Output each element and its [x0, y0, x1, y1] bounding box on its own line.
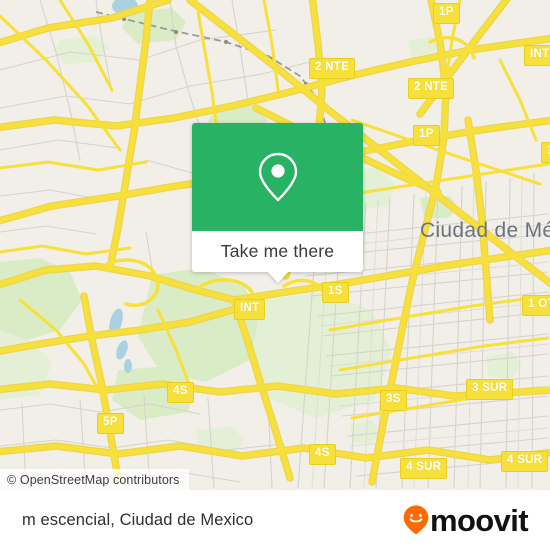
- road-shield: 1P: [413, 125, 440, 146]
- road-shield: 1: [541, 142, 550, 163]
- moovit-map-page: .rd { stroke:#f7e03a; fill:none; stroke-…: [0, 0, 550, 550]
- map-city-label: Ciudad de Mé: [420, 219, 550, 242]
- moovit-smiling-pin-icon: [403, 505, 429, 535]
- road-shield: 2 NTE: [408, 78, 455, 99]
- footer-bar: m escencial, Ciudad de Mexico moovit: [0, 490, 550, 550]
- moovit-wordmark: moovit: [429, 502, 529, 538]
- road-shield: 1P: [433, 3, 460, 24]
- road-shield: 3 SUR: [466, 379, 514, 400]
- road-shield: INT: [234, 299, 266, 320]
- osm-attribution[interactable]: © OpenStreetMap contributors: [0, 469, 189, 490]
- callout-arrow: [266, 271, 289, 283]
- road-shield: 3S: [380, 390, 407, 411]
- road-shield: 4S: [309, 444, 336, 465]
- destination-callout-card[interactable]: Take me there: [192, 123, 363, 283]
- take-me-there-button[interactable]: Take me there: [192, 231, 363, 283]
- location-title: m escencial, Ciudad de Mexico: [22, 510, 254, 529]
- road-shield: INT: [524, 45, 550, 66]
- take-me-there-label: Take me there: [220, 241, 335, 261]
- road-shield: 2 NTE: [309, 58, 356, 79]
- callout-pin-area: [192, 123, 363, 231]
- road-shield: 4 SUR: [501, 451, 549, 472]
- road-shield: 1S: [322, 282, 349, 303]
- road-shield: 4 SUR: [400, 458, 448, 479]
- road-shield: 1 OTE: [522, 295, 550, 316]
- moovit-logo[interactable]: moovit: [403, 502, 529, 538]
- road-shield: 4S: [167, 382, 194, 403]
- osm-attribution-text: © OpenStreetMap contributors: [7, 472, 180, 487]
- location-pin-icon: [258, 152, 297, 202]
- road-shield: 5P: [97, 413, 124, 434]
